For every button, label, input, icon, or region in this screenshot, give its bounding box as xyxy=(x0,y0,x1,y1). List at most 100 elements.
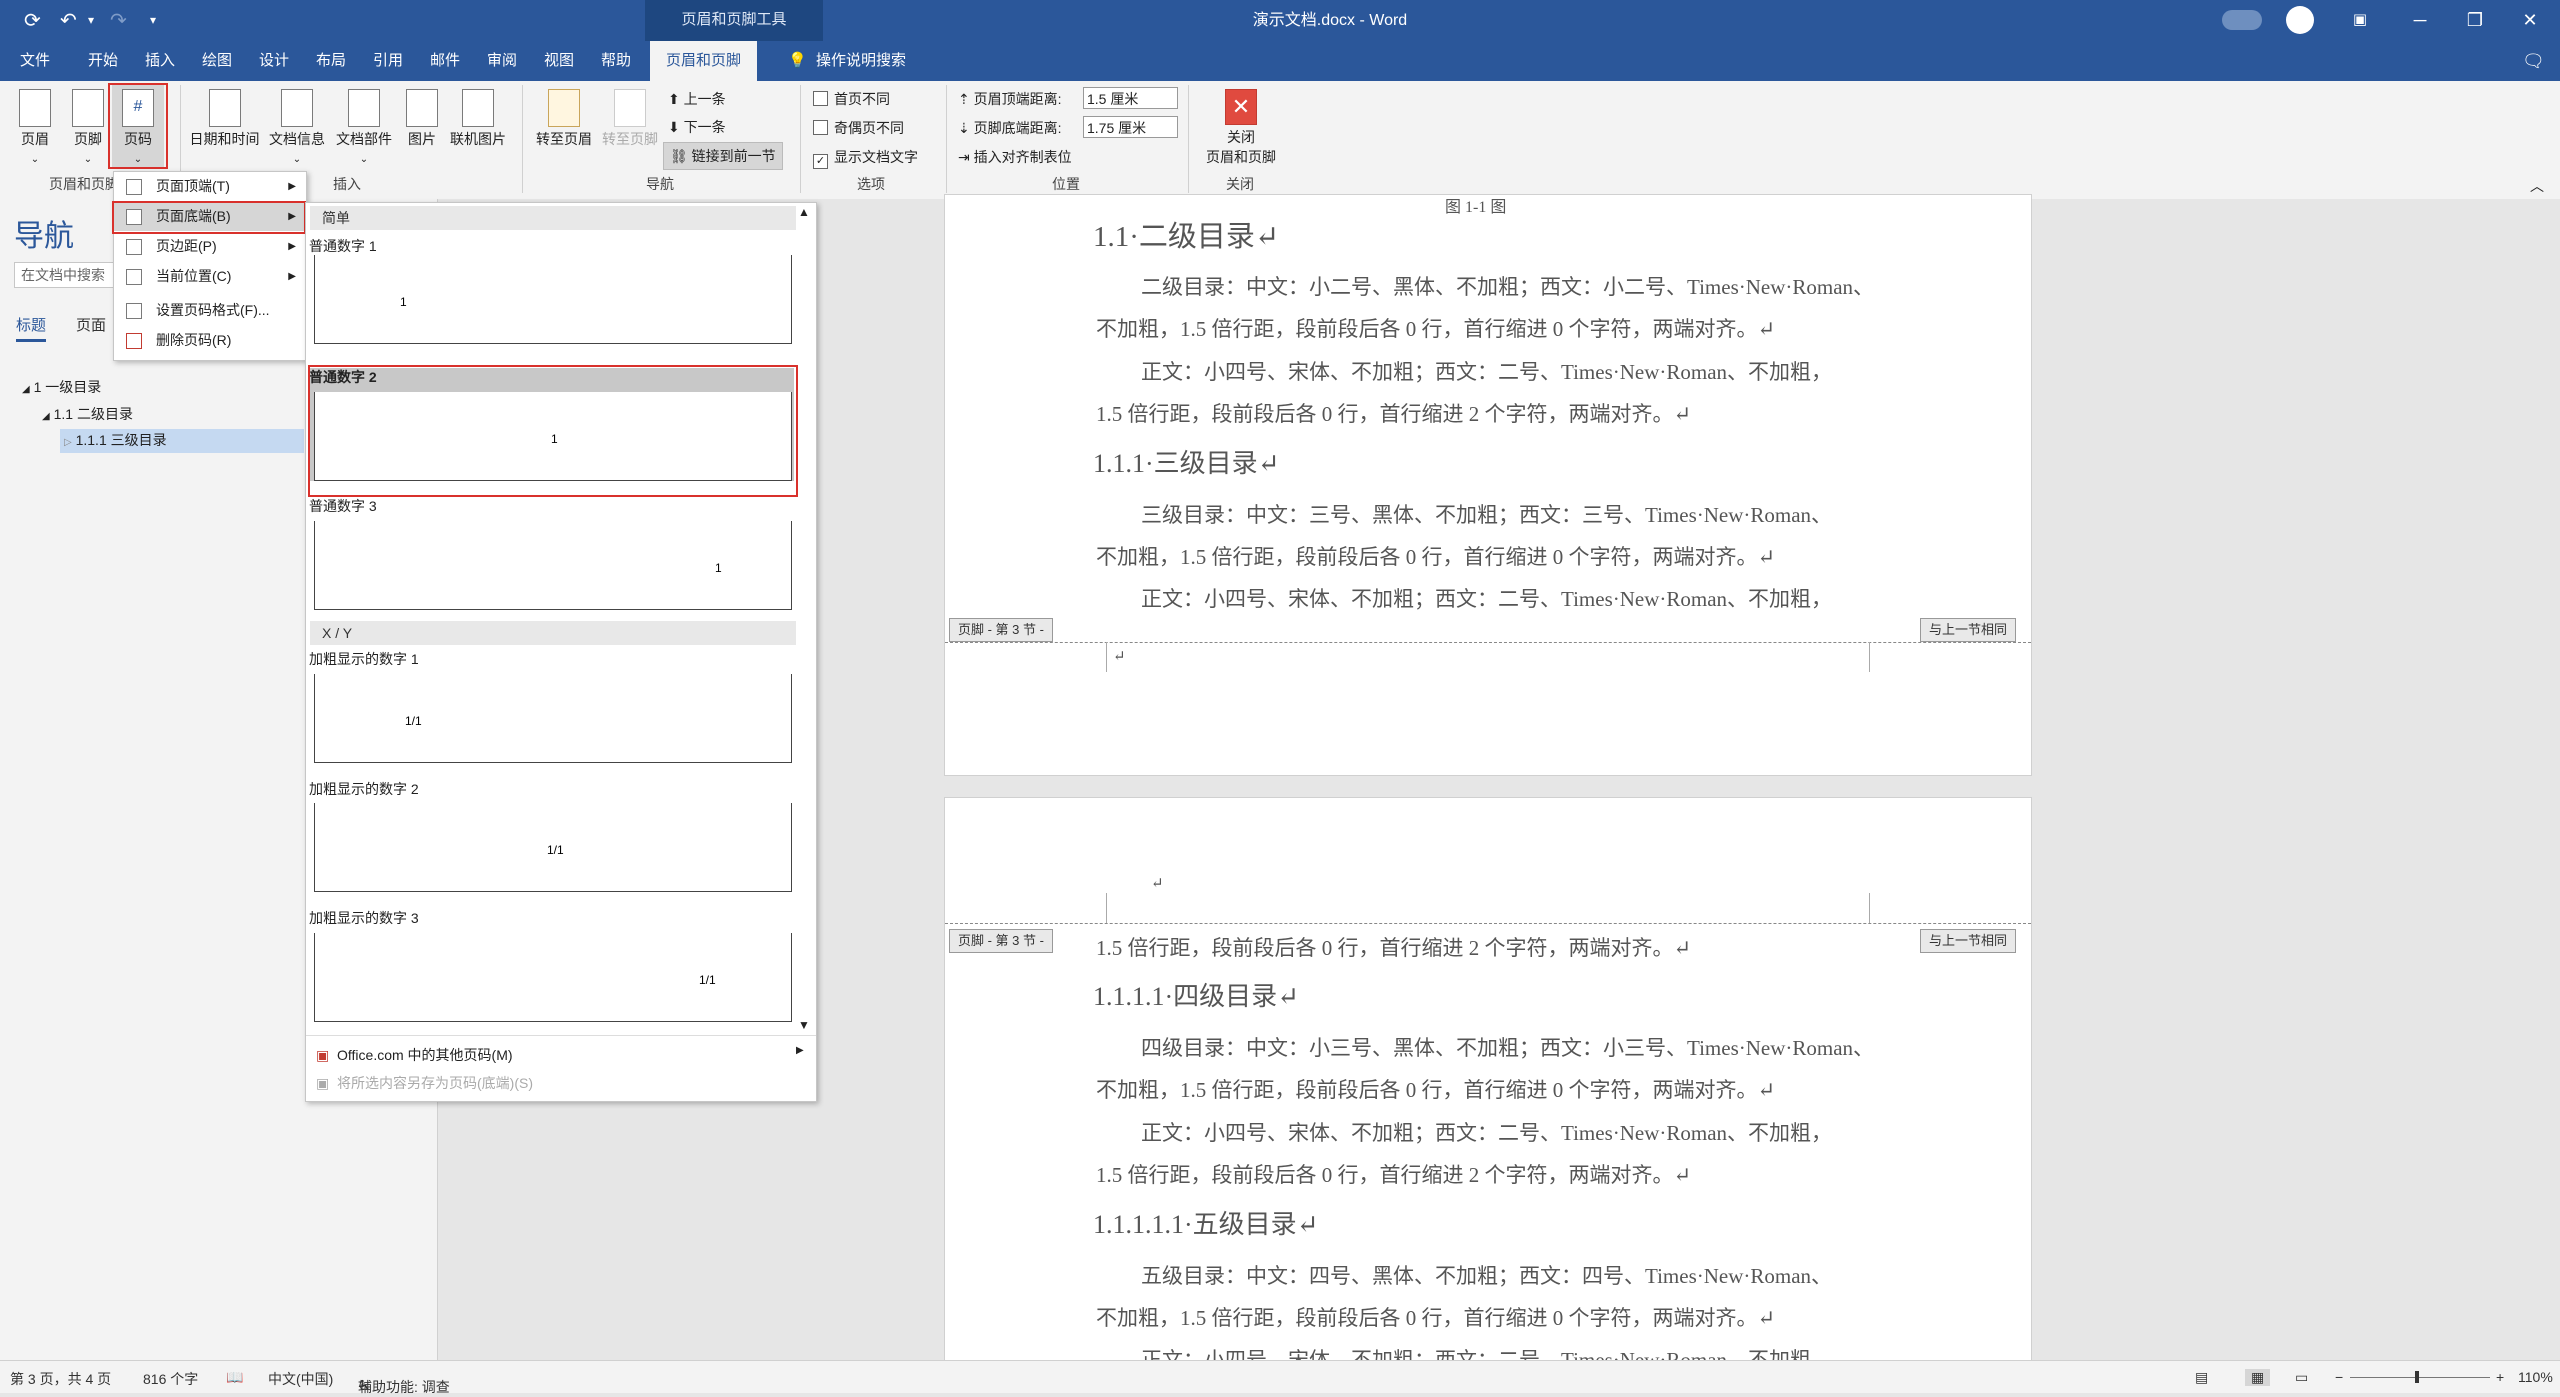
print-layout-icon[interactable]: ▦ xyxy=(2245,1369,2271,1386)
paragraph[interactable]: 不加粗，1.5 倍行距，段前段后各 0 行，首行缩进 0 个字符，两端对齐。↵ xyxy=(1096,541,1775,571)
word-count[interactable]: 816 个字 xyxy=(143,1369,198,1389)
close-header-footer-button[interactable]: ✕ 关闭 页眉和页脚 xyxy=(1198,89,1284,167)
footer-distance-input[interactable]: 1.75 厘米 xyxy=(1083,116,1178,138)
footer-button[interactable]: 页脚 ⌄ xyxy=(68,89,108,165)
menu-item-top-of-page[interactable]: 页面顶端(T) ▶ xyxy=(114,172,306,201)
paragraph[interactable]: 正文：小四号、宋体、不加粗；西文：二号、Times·New·Roman、不加粗， xyxy=(1141,1117,1832,1147)
paragraph[interactable]: 不加粗，1.5 倍行距，段前段后各 0 行，首行缩进 0 个字符，两端对齐。↵ xyxy=(1096,313,1775,343)
page-number-gallery: 简单 ▲ 普通数字 1 1 普通数字 2 1 普通数字 3 1 X / Y 加粗… xyxy=(305,202,817,1102)
insert-align-tab-button[interactable]: ⇥ 插入对齐制表位 xyxy=(958,147,1072,167)
language[interactable]: 中文(中国) xyxy=(268,1369,333,1389)
first-page-different-checkbox[interactable]: 首页不同 xyxy=(813,89,890,109)
read-mode-icon[interactable]: ▤ xyxy=(2195,1369,2208,1386)
nav-tab-pages[interactable]: 页面 xyxy=(76,314,106,335)
scroll-down-icon[interactable]: ▼ xyxy=(798,1018,810,1032)
paragraph[interactable]: 五级目录：中文：四号、黑体、不加粗；西文：四号、Times·New·Roman、 xyxy=(1141,1260,1832,1290)
tab-draw[interactable]: 绘图 xyxy=(192,41,242,81)
tab-help[interactable]: 帮助 xyxy=(591,41,641,81)
remove-icon xyxy=(126,333,142,349)
link-previous-button[interactable]: ⛓ 链接到前一节 xyxy=(663,142,783,170)
odd-even-checkbox[interactable]: 奇偶页不同 xyxy=(813,118,904,138)
undo-icon[interactable]: ↶ xyxy=(60,8,77,33)
gallery-item-bold-number-1[interactable]: 1/1 xyxy=(314,674,792,763)
tab-review[interactable]: 审阅 xyxy=(477,41,527,81)
proofing-icon[interactable]: 📖 xyxy=(226,1369,243,1386)
tab-design[interactable]: 设计 xyxy=(249,41,299,81)
tab-references[interactable]: 引用 xyxy=(363,41,413,81)
zoom-in-button[interactable]: + xyxy=(2496,1369,2504,1385)
autosave-icon[interactable]: ⟳ xyxy=(24,8,41,33)
gallery-item-bold-number-3[interactable]: 1/1 xyxy=(314,933,792,1022)
tell-me-search[interactable]: 操作说明搜索 xyxy=(806,41,916,81)
undo-dropdown-icon[interactable]: ▾ xyxy=(88,13,94,27)
header-button[interactable]: 页眉 ⌄ xyxy=(15,89,55,165)
zoom-out-button[interactable]: − xyxy=(2335,1369,2343,1385)
paragraph[interactable]: 正文：小四号、宋体、不加粗；西文：二号、Times·New·Roman、不加粗， xyxy=(1141,356,1832,386)
tab-header-footer[interactable]: 页眉和页脚 xyxy=(650,41,758,81)
paragraph[interactable]: 四级目录：中文：小三号、黑体、不加粗；西文：小三号、Times·New·Roma… xyxy=(1141,1032,1874,1062)
paragraph[interactable]: 不加粗，1.5 倍行距，段前段后各 0 行，首行缩进 0 个字符，两端对齐。↵ xyxy=(1096,1074,1775,1104)
menu-item-page-margins[interactable]: 页边距(P) ▶ xyxy=(114,232,306,261)
header-distance-input[interactable]: 1.5 厘米 xyxy=(1083,87,1178,109)
nav-tab-headings[interactable]: 标题 xyxy=(16,314,47,342)
heading-3[interactable]: 1.1.1·三级目录↵ xyxy=(1093,443,1279,480)
customize-qat-icon[interactable]: ▾ xyxy=(150,13,156,27)
close-button[interactable]: ✕ xyxy=(2500,0,2560,41)
gallery-item-plain-number-3[interactable]: 1 xyxy=(314,521,792,610)
next-button[interactable]: ⬇ 下一条 xyxy=(668,117,726,137)
docinfo-button[interactable]: 文档信息 ⌄ xyxy=(265,89,329,165)
heading-4[interactable]: 1.1.1.1·四级目录↵ xyxy=(1093,976,1299,1013)
quickparts-button[interactable]: 文档部件 ⌄ xyxy=(332,89,396,165)
paragraph[interactable]: 1.5 倍行距，段前段后各 0 行，首行缩进 2 个字符，两端对齐。↵ xyxy=(1096,1159,1691,1189)
tab-view[interactable]: 视图 xyxy=(534,41,584,81)
menu-item-current-position[interactable]: 当前位置(C) ▶ xyxy=(114,262,306,291)
tree-item-level3[interactable]: ▷ 1.1.1 三级目录 xyxy=(60,429,304,453)
tree-item-level1[interactable]: ◢ 1 一级目录 xyxy=(22,377,101,397)
nav-search-input[interactable]: 在文档中搜索 xyxy=(14,262,124,288)
minimize-button[interactable]: ─ xyxy=(2390,0,2450,41)
paragraph[interactable]: 三级目录：中文：三号、黑体、不加粗；西文：三号、Times·New·Roman、 xyxy=(1141,499,1832,529)
paragraph[interactable]: 正文：小四号、宋体、不加粗；西文：二号、Times·New·Roman、不加粗， xyxy=(1141,583,1832,613)
ribbon-display-icon[interactable]: ▣ xyxy=(2330,0,2390,41)
goto-header-button[interactable]: 转至页眉 xyxy=(532,89,596,149)
avatar[interactable] xyxy=(2286,6,2314,34)
scroll-up-icon[interactable]: ▲ xyxy=(798,205,810,219)
zoom-slider-track[interactable] xyxy=(2350,1377,2490,1378)
footer-paragraph-mark[interactable]: ↵ xyxy=(1113,647,1126,666)
menu-item-format-page-numbers[interactable]: 设置页码格式(F)... xyxy=(114,296,306,325)
paragraph[interactable]: 1.5 倍行距，段前段后各 0 行，首行缩进 2 个字符，两端对齐。↵ xyxy=(1096,932,1691,962)
more-from-office-link[interactable]: ▣ Office.com 中的其他页码(M) xyxy=(316,1045,513,1065)
comments-icon[interactable]: 🗨 xyxy=(2512,41,2555,81)
web-layout-icon[interactable]: ▭ xyxy=(2295,1369,2308,1386)
tab-file[interactable]: 文件 xyxy=(10,41,60,81)
datetime-button[interactable]: 日期和时间 xyxy=(187,89,262,149)
restore-button[interactable]: ❐ xyxy=(2445,0,2505,41)
picture-button[interactable]: 图片 xyxy=(400,89,444,149)
zoom-level[interactable]: 110% xyxy=(2518,1369,2553,1385)
tree-item-level2[interactable]: ◢ 1.1 二级目录 xyxy=(42,404,133,424)
collapse-triangle-icon[interactable]: ◢ xyxy=(22,384,30,395)
header-paragraph-mark[interactable]: ↵ xyxy=(1151,874,1164,893)
show-document-text-checkbox[interactable]: ✓ 显示文档文字 xyxy=(813,147,918,169)
paragraph[interactable]: 二级目录：中文：小二号、黑体、不加粗；西文：小二号、Times·New·Roma… xyxy=(1141,271,1874,301)
page-count[interactable]: 第 3 页，共 4 页 xyxy=(10,1369,111,1389)
heading-5[interactable]: 1.1.1.1.1·五级目录↵ xyxy=(1093,1204,1318,1241)
gallery-item-plain-number-1[interactable]: 1 xyxy=(314,255,792,344)
gallery-item-bold-number-2[interactable]: 1/1 xyxy=(314,803,792,892)
paragraph[interactable]: 1.5 倍行距，段前段后各 0 行，首行缩进 2 个字符，两端对齐。↵ xyxy=(1096,398,1691,428)
tab-home[interactable]: 开始 xyxy=(78,41,128,81)
collapse-ribbon-icon[interactable]: ︿ xyxy=(2530,176,2544,196)
zoom-slider-thumb[interactable] xyxy=(2415,1371,2419,1383)
tab-mailings[interactable]: 邮件 xyxy=(420,41,470,81)
expand-triangle-icon[interactable]: ▷ xyxy=(64,437,72,448)
account-name[interactable] xyxy=(2222,10,2262,30)
paragraph[interactable]: 不加粗，1.5 倍行距，段前段后各 0 行，首行缩进 0 个字符，两端对齐。↵ xyxy=(1096,1302,1775,1332)
heading-2[interactable]: 1.1·二级目录↵ xyxy=(1093,213,1279,255)
collapse-triangle-icon[interactable]: ◢ xyxy=(42,411,50,422)
menu-item-remove-page-numbers[interactable]: 删除页码(R) xyxy=(114,326,306,355)
tab-layout[interactable]: 布局 xyxy=(306,41,356,81)
online-picture-button[interactable]: 联机图片 xyxy=(447,89,509,149)
group-label-close: 关闭 xyxy=(1226,176,1254,192)
previous-button[interactable]: ⬆ 上一条 xyxy=(668,89,726,109)
tab-insert[interactable]: 插入 xyxy=(135,41,185,81)
